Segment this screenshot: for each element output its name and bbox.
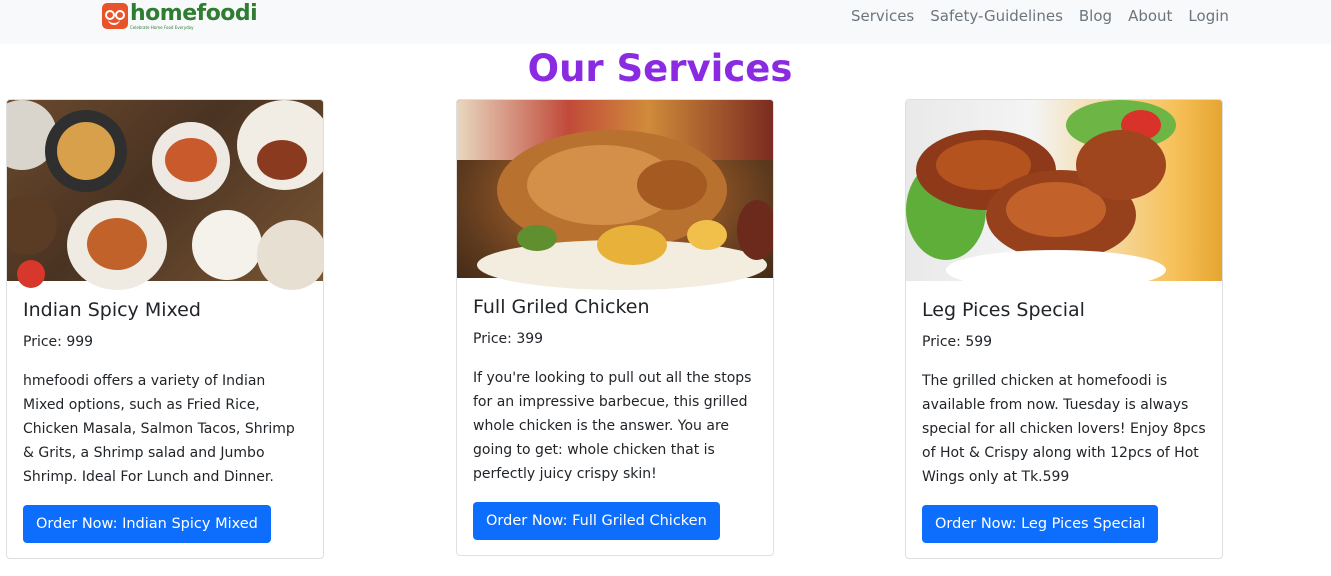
card-description: If you're looking to pull out all the st… bbox=[473, 370, 752, 482]
nav-link-about[interactable]: About bbox=[1120, 7, 1180, 25]
nav-link-services[interactable]: Services bbox=[843, 7, 922, 25]
navbar: homefoodi Celebrate Home Food Everyday S… bbox=[0, 0, 1331, 44]
order-now-button[interactable]: Order Now: Leg Pices Special bbox=[922, 505, 1159, 543]
nav-links: Services Safety-Guidelines Blog About Lo… bbox=[843, 0, 1237, 32]
card-title: Leg Pices Special bbox=[922, 299, 1085, 321]
service-card-full-griled-chicken: Full Griled Chicken Price: 399 If you're… bbox=[456, 99, 774, 556]
leg-pices-special-image bbox=[906, 100, 1222, 290]
service-card-leg-pices-special: Leg Pices Special Price: 599 The grilled… bbox=[905, 99, 1223, 559]
brand-logo[interactable]: homefoodi Celebrate Home Food Everyday bbox=[102, 0, 258, 31]
order-now-button[interactable]: Order Now: Full Griled Chicken bbox=[473, 502, 720, 540]
brand-name: homefoodi bbox=[130, 0, 258, 26]
nav-link-safety-guidelines[interactable]: Safety-Guidelines bbox=[922, 7, 1071, 25]
card-price: Price: 599 bbox=[922, 334, 993, 350]
full-griled-chicken-image bbox=[457, 100, 773, 290]
card-title: Full Griled Chicken bbox=[473, 296, 650, 318]
service-card-indian-spicy-mixed: Indian Spicy Mixed Price: 999 hmefoodi o… bbox=[6, 99, 324, 559]
nav-link-blog[interactable]: Blog bbox=[1071, 7, 1120, 25]
card-title: Indian Spicy Mixed bbox=[23, 299, 201, 321]
order-now-button[interactable]: Order Now: Indian Spicy Mixed bbox=[23, 505, 271, 543]
card-price: Price: 999 bbox=[23, 334, 94, 350]
brand-tagline: Celebrate Home Food Everyday bbox=[130, 24, 194, 30]
card-price: Price: 399 bbox=[473, 331, 544, 347]
smiley-logo-icon bbox=[102, 3, 128, 29]
card-description: hmefoodi offers a variety of Indian Mixe… bbox=[23, 373, 295, 485]
nav-link-login[interactable]: Login bbox=[1180, 7, 1236, 25]
indian-spicy-mixed-image bbox=[7, 100, 323, 290]
card-description: The grilled chicken at homefoodi is avai… bbox=[922, 373, 1206, 485]
page-title: Our Services bbox=[527, 47, 793, 90]
